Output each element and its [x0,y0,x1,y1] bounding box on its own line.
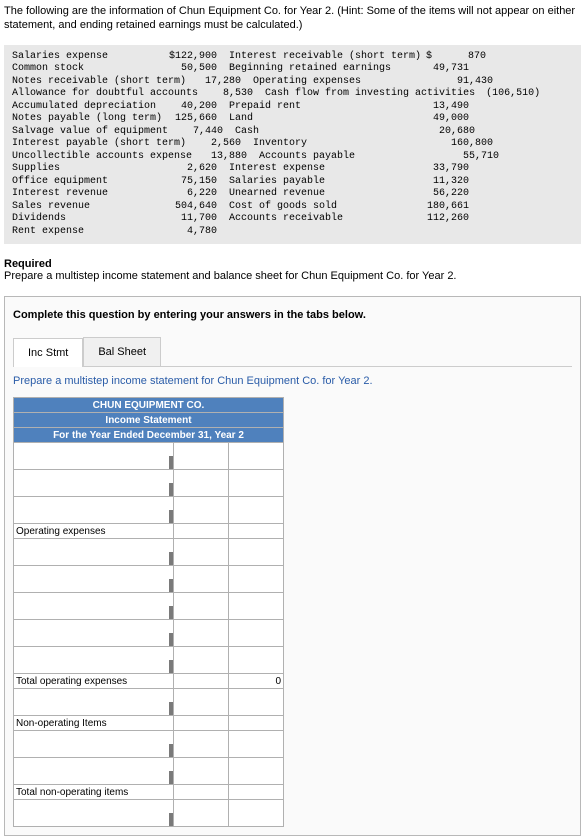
income-statement-worksheet: CHUN EQUIPMENT CO. Income Statement For … [13,397,284,827]
tab-bal-sheet[interactable]: Bal Sheet [83,337,161,366]
required-heading: Required [4,258,581,270]
tab-inc-stmt[interactable]: Inc Stmt [13,338,83,367]
ws-input[interactable] [174,731,229,758]
ws-input[interactable] [14,443,174,470]
ws-input[interactable] [174,539,229,566]
ws-title-company: CHUN EQUIPMENT CO. [14,398,284,413]
trial-row: Allowance for doubtful accounts8,530Cash… [12,88,573,101]
ws-row-nonop-label: Non-operating Items [14,716,174,731]
trial-row: Salaries expense$122,900Interest receiva… [12,51,573,64]
ws-row-total-opex-label: Total operating expenses [14,674,174,689]
ws-title-period: For the Year Ended December 31, Year 2 [14,428,284,443]
ws-input[interactable] [229,800,284,827]
ws-row-opex-label: Operating expenses [14,524,174,539]
answer-area: Complete this question by entering your … [4,296,581,836]
trial-row: Sales revenue504,640Cost of goods sold18… [12,201,573,214]
ws-row-total-nonop-label: Total non-operating items [14,785,174,800]
ws-input[interactable] [14,539,174,566]
ws-input[interactable] [174,620,229,647]
tab-bar: Inc Stmt Bal Sheet [13,337,572,367]
trial-row: Notes payable (long term)125,660Land49,0… [12,113,573,126]
ws-input[interactable] [174,470,229,497]
ws-input[interactable] [14,566,174,593]
ws-input[interactable] [14,620,174,647]
ws-input[interactable] [14,731,174,758]
ws-input[interactable] [174,647,229,674]
ws-title-statement: Income Statement [14,413,284,428]
trial-row: Rent expense4,780 [12,226,573,239]
ws-input[interactable] [174,593,229,620]
trial-row: Supplies2,620Interest expense33,790 [12,163,573,176]
complete-banner: Complete this question by entering your … [13,309,572,321]
ws-total-opex-value: 0 [229,674,284,689]
ws-input[interactable] [174,497,229,524]
trial-row: Notes receivable (short term)17,280Opera… [12,76,573,89]
ws-input[interactable] [14,800,174,827]
ws-input[interactable] [229,497,284,524]
trial-row: Interest payable (short term)2,560Invent… [12,138,573,151]
trial-row: Uncollectible accounts expense13,880Acco… [12,151,573,164]
trial-row: Interest revenue6,220Unearned revenue56,… [12,188,573,201]
trial-balance-block: Salaries expense$122,900Interest receiva… [4,45,581,245]
ws-input[interactable] [14,497,174,524]
ws-input[interactable] [174,758,229,785]
trial-row: Salvage value of equipment7,440Cash20,68… [12,126,573,139]
intro-text: The following are the information of Chu… [4,4,581,33]
ws-input[interactable] [229,443,284,470]
trial-row: Accumulated depreciation40,200Prepaid re… [12,101,573,114]
ws-input[interactable] [229,470,284,497]
required-text: Prepare a multistep income statement and… [4,270,581,282]
ws-input[interactable] [14,470,174,497]
trial-row: Common stock50,500Beginning retained ear… [12,63,573,76]
ws-input[interactable] [229,689,284,716]
ws-input[interactable] [174,566,229,593]
ws-input[interactable] [14,689,174,716]
trial-row: Dividends11,700Accounts receivable112,26… [12,213,573,226]
ws-input[interactable] [14,593,174,620]
ws-input[interactable] [14,758,174,785]
ws-input[interactable] [174,443,229,470]
ws-input[interactable] [14,647,174,674]
sub-instruction: Prepare a multistep income statement for… [13,375,572,387]
ws-input[interactable] [229,785,284,800]
trial-row: Office equipment75,150Salaries payable11… [12,176,573,189]
